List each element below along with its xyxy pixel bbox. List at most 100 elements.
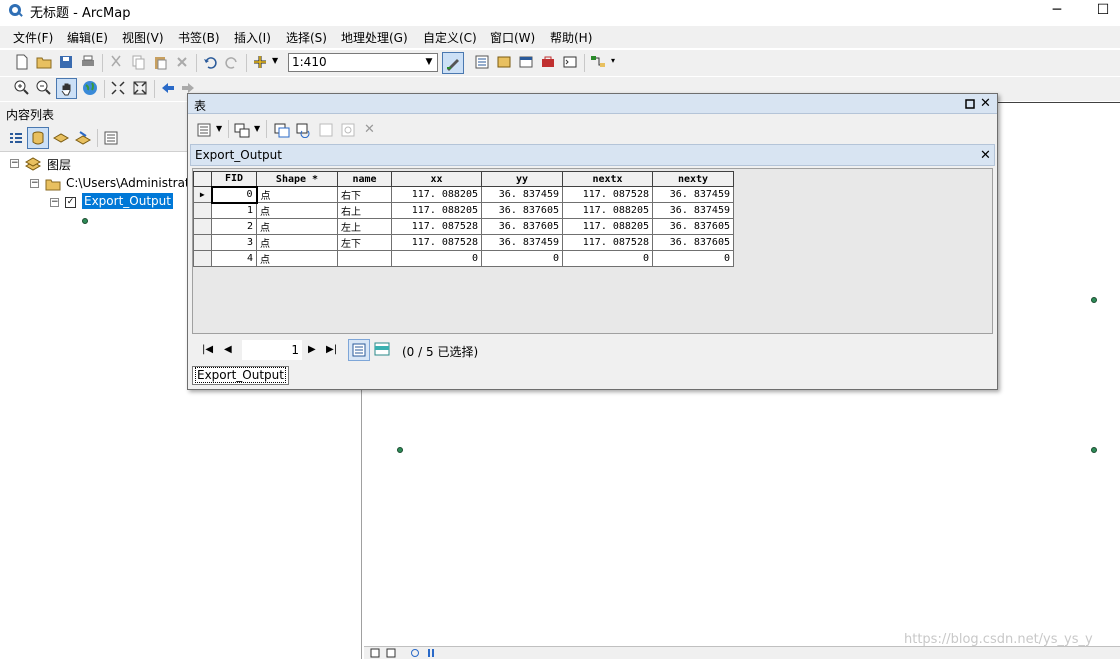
table-cell[interactable]: 4 [211, 250, 257, 267]
row-selector[interactable] [193, 250, 212, 267]
table-row[interactable]: 3 点 左下 117. 087528 36. 837459 117. 08752… [193, 234, 734, 251]
list-by-drawing-order-icon[interactable] [8, 130, 24, 146]
back-arrow-icon[interactable] [160, 80, 176, 96]
menu-help[interactable]: 帮助(H) [550, 29, 592, 46]
refresh-icon[interactable] [410, 648, 420, 658]
column-header[interactable]: name [337, 171, 392, 187]
table-cell[interactable]: 36. 837459 [652, 186, 734, 203]
menu-selection[interactable]: 选择(S) [286, 29, 327, 46]
switch-selection-icon[interactable] [296, 122, 312, 138]
list-by-selection-icon[interactable] [75, 130, 91, 146]
list-by-visibility-icon[interactable] [53, 130, 69, 146]
catalog-icon[interactable] [496, 54, 512, 70]
collapse-layer-icon[interactable]: − [50, 198, 59, 207]
table-cell[interactable]: 117. 087528 [391, 218, 482, 235]
table-cell[interactable]: 117. 088205 [562, 202, 653, 219]
paste-icon[interactable] [152, 54, 168, 70]
menu-edit[interactable]: 编辑(E) [67, 29, 108, 46]
table-row[interactable]: ▶ 0 点 右下 117. 088205 36. 837459 117. 087… [193, 185, 734, 204]
table-of-contents-icon[interactable] [474, 54, 490, 70]
close-tab-icon[interactable]: ✕ [980, 149, 991, 162]
table-cell[interactable]: 0 [481, 250, 563, 267]
table-cell[interactable]: 117. 088205 [391, 186, 482, 203]
toolbar-options-icon[interactable]: ▾ [611, 56, 615, 65]
pause-drawing-icon[interactable] [426, 648, 436, 658]
menu-customize[interactable]: 自定义(C) [423, 29, 477, 46]
select-by-attributes-icon[interactable] [274, 122, 290, 138]
table-cell[interactable]: 0 [391, 250, 482, 267]
column-header[interactable]: xx [391, 171, 482, 187]
layer-name-selected[interactable]: Export_Output [82, 193, 173, 209]
options-icon[interactable] [103, 130, 119, 146]
first-record-icon[interactable]: |◀ [202, 344, 213, 355]
table-cell[interactable]: 36. 837605 [652, 218, 734, 235]
layer-visibility-checkbox[interactable]: ✓ [65, 197, 76, 208]
column-header[interactable]: yy [481, 171, 563, 187]
collapse-layers-icon[interactable]: − [10, 159, 19, 168]
print-icon[interactable] [80, 54, 96, 70]
column-header[interactable]: Shape * [256, 171, 338, 187]
menu-insert[interactable]: 插入(I) [234, 29, 271, 46]
table-cell[interactable]: 117. 087528 [391, 234, 482, 251]
collapse-folder-icon[interactable]: − [30, 179, 39, 188]
table-cell[interactable]: 1 [211, 202, 257, 219]
show-all-records-button[interactable] [348, 339, 370, 361]
table-cell[interactable]: 36. 837459 [481, 186, 563, 203]
table-cell[interactable]: 左下 [337, 234, 392, 251]
row-selector[interactable] [193, 218, 212, 235]
last-record-icon[interactable]: ▶| [326, 344, 337, 355]
table-row[interactable]: 4 点 0 0 0 0 [193, 250, 734, 267]
open-folder-icon[interactable] [36, 54, 52, 70]
table-cell[interactable]: 117. 088205 [562, 218, 653, 235]
zoom-out-icon[interactable] [36, 80, 52, 96]
table-cell[interactable]: 3 [211, 234, 257, 251]
row-selector[interactable] [193, 202, 212, 219]
minimize-button[interactable]: ─ [1034, 0, 1080, 22]
map-point[interactable] [1091, 297, 1097, 303]
next-record-icon[interactable]: ▶ [308, 344, 316, 355]
table-cell[interactable]: 36. 837605 [481, 202, 563, 219]
pan-button[interactable] [56, 78, 77, 99]
table-cell[interactable]: 点 [256, 202, 338, 219]
new-document-icon[interactable] [14, 54, 30, 70]
menu-windows[interactable]: 窗口(W) [490, 29, 535, 46]
column-header[interactable]: FID [211, 171, 257, 187]
model-builder-icon[interactable] [590, 54, 606, 70]
related-tables-icon[interactable] [234, 122, 250, 138]
delete-icon[interactable] [174, 54, 190, 70]
menu-file[interactable]: 文件(F) [13, 29, 53, 46]
table-cell[interactable]: 左上 [337, 218, 392, 235]
map-scale-combobox[interactable]: 1:410 ▼ [288, 53, 438, 72]
table-cell[interactable]: 36. 837605 [652, 234, 734, 251]
table-row[interactable]: 1 点 右上 117. 088205 36. 837605 117. 08820… [193, 202, 734, 219]
cut-icon[interactable] [108, 54, 124, 70]
undo-icon[interactable] [202, 54, 218, 70]
full-extent-globe-icon[interactable] [82, 80, 98, 96]
related-tables-dropdown-icon[interactable]: ▼ [254, 124, 260, 133]
redo-icon[interactable] [224, 54, 240, 70]
current-record-input[interactable]: 1 [242, 340, 302, 360]
attribute-grid[interactable]: FID Shape * name xx yy nextx nexty ▶ 0 点… [192, 168, 993, 334]
table-cell[interactable]: 右上 [337, 202, 392, 219]
table-cell[interactable]: 117. 087528 [562, 234, 653, 251]
layout-view-icon[interactable] [370, 648, 380, 658]
table-cell[interactable] [337, 250, 392, 267]
maximize-icon[interactable] [965, 99, 975, 109]
close-icon[interactable]: ✕ [980, 97, 991, 110]
table-options-dropdown-icon[interactable]: ▼ [216, 124, 222, 133]
fixed-zoom-out-icon[interactable] [132, 80, 148, 96]
data-view-icon[interactable] [386, 648, 396, 658]
show-selected-records-icon[interactable] [374, 342, 390, 356]
table-cell[interactable]: 2 [211, 218, 257, 235]
save-icon[interactable] [58, 54, 74, 70]
arctoolbox-icon[interactable] [540, 54, 556, 70]
table-cell[interactable]: 点 [256, 218, 338, 235]
table-cell[interactable]: 右下 [337, 186, 392, 203]
table-cell[interactable]: 点 [256, 250, 338, 267]
row-selector-arrow-icon[interactable]: ▶ [193, 186, 212, 203]
clear-selection-icon[interactable] [318, 122, 334, 138]
column-header[interactable]: nextx [562, 171, 653, 187]
column-header[interactable]: nexty [652, 171, 734, 187]
add-data-dropdown-icon[interactable]: ▼ [272, 56, 278, 65]
search-window-icon[interactable] [518, 54, 534, 70]
